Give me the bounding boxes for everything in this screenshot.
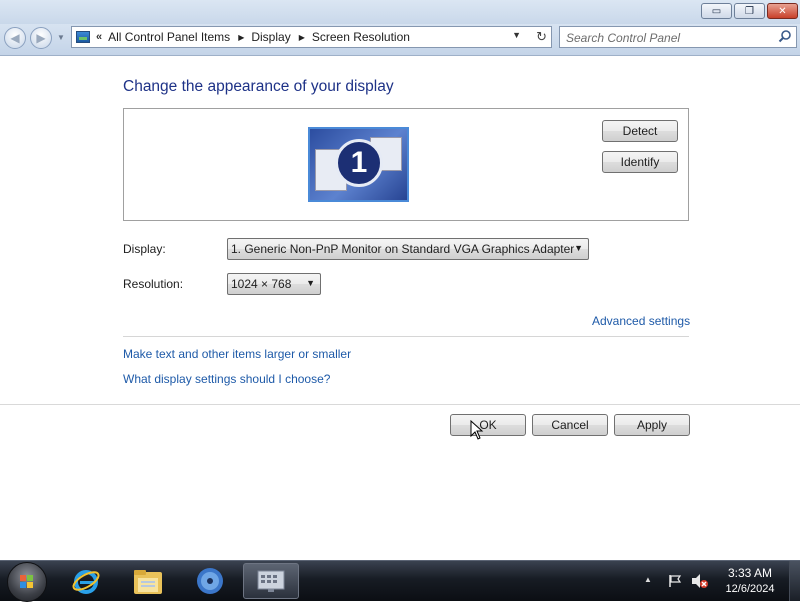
ok-button[interactable]: OK <box>450 414 526 436</box>
search-icon[interactable] <box>778 29 792 43</box>
close-button[interactable]: ✕ <box>767 3 798 19</box>
resolution-label: Resolution: <box>123 277 184 291</box>
recent-pages-dropdown-icon[interactable]: ▼ <box>57 33 65 42</box>
divider <box>123 336 689 337</box>
monitor-number-badge: 1 <box>335 139 383 187</box>
page-title: Change the appearance of your display <box>123 78 394 95</box>
monitor-1-thumbnail[interactable]: 1 <box>308 127 409 202</box>
monitor-arrangement-panel: 1 Detect Identify <box>123 108 689 221</box>
divider <box>0 404 800 405</box>
mouse-cursor-icon <box>470 420 484 440</box>
taskbar-windows-explorer[interactable] <box>125 563 171 599</box>
breadcrumb-screen-resolution[interactable]: Screen Resolution <box>312 30 410 44</box>
forward-arrow-icon: ▶ <box>36 31 46 45</box>
back-arrow-icon: ◀ <box>10 31 20 45</box>
show-desktop-button[interactable] <box>789 561 800 601</box>
display-dropdown-value: 1. Generic Non-PnP Monitor on Standard V… <box>231 242 575 256</box>
display-label: Display: <box>123 242 166 256</box>
text-size-link[interactable]: Make text and other items larger or smal… <box>123 347 351 361</box>
maximize-icon: ❐ <box>745 5 754 17</box>
refresh-icon[interactable]: ↻ <box>536 29 547 45</box>
breadcrumb-separator-icon[interactable]: ▶ <box>299 33 305 42</box>
close-icon: ✕ <box>778 5 787 17</box>
forward-button[interactable]: ▶ <box>30 27 52 49</box>
display-settings-icon <box>257 570 285 592</box>
breadcrumb-separator-icon[interactable]: ▶ <box>238 33 244 42</box>
clock-date[interactable]: 12/6/2024 <box>713 583 787 595</box>
search-input[interactable]: Search Control Panel <box>559 26 797 48</box>
taskbar-display-settings[interactable] <box>243 563 299 599</box>
resolution-dropdown[interactable]: 1024 × 768 ▼ <box>227 273 321 295</box>
chevron-down-icon: ▼ <box>574 243 583 253</box>
search-placeholder: Search Control Panel <box>566 31 681 45</box>
taskbar: ▲ 3:33 AM 12/6/2024 <box>0 560 800 602</box>
cancel-button-label: Cancel <box>551 418 589 432</box>
display-help-link[interactable]: What display settings should I choose? <box>123 372 330 386</box>
internet-explorer-icon <box>72 570 100 594</box>
address-overflow-icon[interactable]: « <box>96 31 102 43</box>
show-hidden-icons-button[interactable]: ▲ <box>644 575 652 584</box>
identify-button-label: Identify <box>620 155 660 169</box>
chevron-down-icon: ▼ <box>306 278 315 288</box>
resolution-dropdown-value: 1024 × 768 <box>231 277 292 291</box>
title-bar: ▭ ❐ ✕ <box>0 0 800 24</box>
identify-button[interactable]: Identify <box>602 151 678 173</box>
clock-time[interactable]: 3:33 AM <box>713 566 787 580</box>
address-bar[interactable]: « All Control Panel Items ▶ Display ▶ Sc… <box>71 26 552 48</box>
apply-button-label: Apply <box>636 418 668 432</box>
advanced-settings-link[interactable]: Advanced settings <box>592 314 690 328</box>
taskbar-internet-explorer[interactable] <box>63 563 109 599</box>
windows-explorer-icon <box>134 570 162 594</box>
cancel-button[interactable]: Cancel <box>532 414 608 436</box>
taskbar-media-player[interactable] <box>187 563 233 599</box>
breadcrumb-all-control-panel-items[interactable]: All Control Panel Items <box>108 30 230 44</box>
start-button[interactable] <box>7 562 47 602</box>
maximize-button[interactable]: ❐ <box>734 3 765 19</box>
volume-muted-icon[interactable] <box>691 573 709 589</box>
action-center-flag-icon[interactable] <box>668 574 682 588</box>
back-button[interactable]: ◀ <box>4 27 26 49</box>
detect-button-label: Detect <box>622 124 658 138</box>
media-player-icon <box>197 568 223 594</box>
navigation-bar: ◀ ▶ ▼ « All Control Panel Items ▶ Displa… <box>0 24 800 56</box>
control-panel-icon <box>76 31 90 43</box>
display-dropdown[interactable]: 1. Generic Non-PnP Monitor on Standard V… <box>227 238 589 260</box>
breadcrumb-display[interactable]: Display <box>251 30 290 44</box>
minimize-button[interactable]: ▭ <box>701 3 732 19</box>
detect-button[interactable]: Detect <box>602 120 678 142</box>
address-history-dropdown-icon[interactable]: ▼ <box>512 30 521 40</box>
apply-button[interactable]: Apply <box>614 414 690 436</box>
minimize-icon: ▭ <box>711 5 722 17</box>
